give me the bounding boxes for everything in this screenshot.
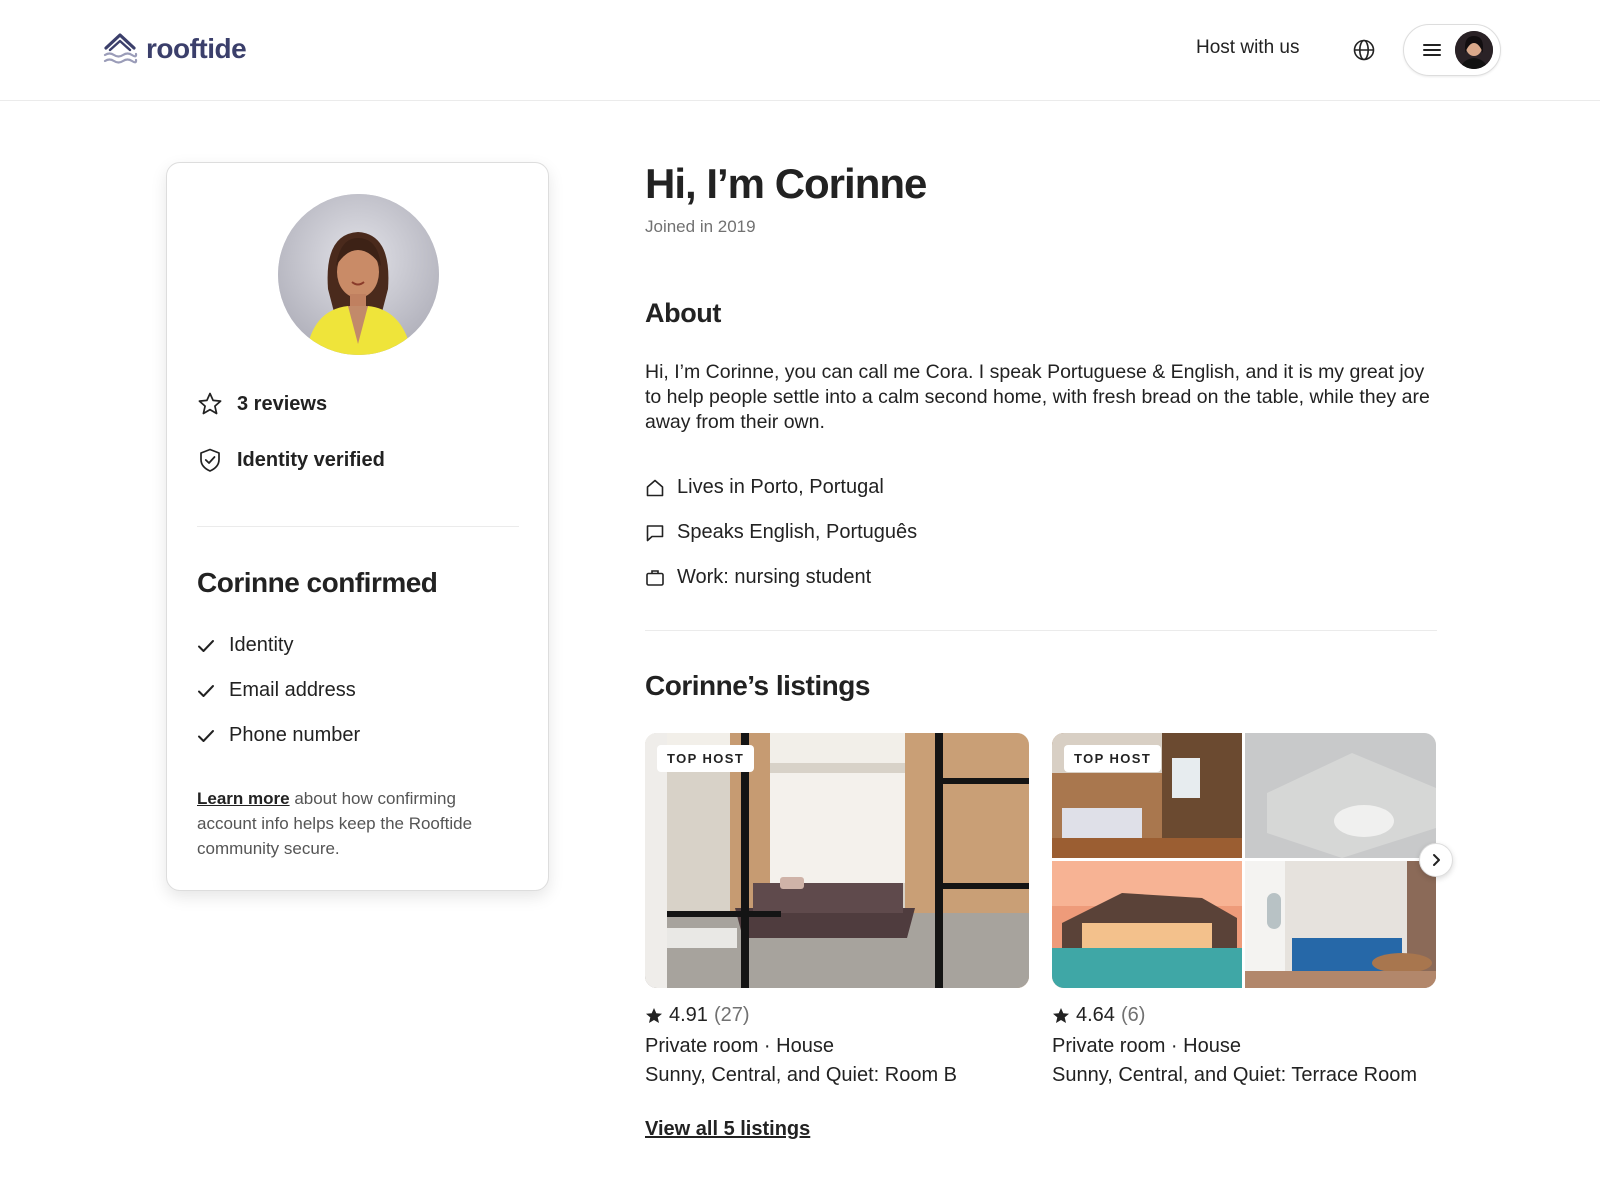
- listing-name[interactable]: Sunny, Central, and Quiet: Terrace Room: [1052, 1064, 1436, 1087]
- learn-more-text: Learn more about how confirming account …: [197, 786, 519, 861]
- listing-name[interactable]: Sunny, Central, and Quiet: Room B: [645, 1064, 1029, 1087]
- view-all-listings-link[interactable]: View all 5 listings: [645, 1118, 810, 1141]
- check-icon: [198, 729, 214, 742]
- review-count: (27): [713, 1004, 750, 1026]
- lives-in-label: Lives in Porto, Portugal: [677, 476, 884, 498]
- listing-rating: 4.64 (6): [1052, 1004, 1436, 1027]
- star-outline-icon: [198, 392, 222, 415]
- page-title: Hi, I’m Corinne: [645, 160, 927, 207]
- reviews-label: 3 reviews: [237, 392, 328, 415]
- listing-card[interactable]: TOP HOST 4.91 (27) Private room · House …: [645, 733, 1029, 1087]
- rooftide-logo-icon: [103, 33, 138, 64]
- review-count: (6): [1120, 1004, 1146, 1026]
- speaks-row: Speaks English, Português: [645, 521, 917, 544]
- identity-verified-label: Identity verified: [237, 448, 385, 471]
- user-avatar: [1455, 31, 1493, 69]
- lives-in-row: Lives in Porto, Portugal: [645, 476, 884, 499]
- speech-bubble-icon: [646, 524, 664, 541]
- logo-text: rooftide: [146, 33, 247, 64]
- profile-card: 3 reviews Identity verified Corinne conf…: [166, 162, 549, 891]
- listing-photo[interactable]: TOP HOST: [1052, 733, 1436, 988]
- confirmed-item-label: Phone number: [229, 724, 361, 746]
- home-icon: [646, 479, 664, 496]
- listing-rating: 4.91 (27): [645, 1004, 1029, 1027]
- top-host-badge: TOP HOST: [1064, 745, 1162, 772]
- card-divider: [197, 526, 519, 527]
- profile-photo: [278, 194, 439, 355]
- user-menu-button[interactable]: [1403, 24, 1501, 76]
- check-icon: [198, 684, 214, 697]
- star-icon: [646, 1007, 662, 1023]
- listing-photo[interactable]: TOP HOST: [645, 733, 1029, 988]
- chevron-right-icon: [1433, 854, 1440, 866]
- about-text: Hi, I’m Corinne, you can call me Cora. I…: [645, 361, 1430, 433]
- menu-icon: [1423, 44, 1441, 56]
- globe-icon[interactable]: [1352, 38, 1376, 62]
- reviews-stat[interactable]: 3 reviews: [197, 391, 327, 417]
- shield-check-icon: [200, 448, 220, 472]
- work-label: Work: nursing student: [677, 566, 872, 588]
- rating-value: 4.91: [669, 1004, 708, 1026]
- host-with-us-link[interactable]: Host with us: [1196, 37, 1299, 59]
- check-icon: [198, 639, 214, 652]
- about-heading: About: [645, 298, 721, 328]
- learn-more-link[interactable]: Learn more: [197, 789, 290, 808]
- joined-date: Joined in 2019: [645, 217, 756, 236]
- confirmed-title: Corinne confirmed: [197, 567, 438, 598]
- top-header: rooftide Host with us: [0, 0, 1600, 101]
- logo[interactable]: rooftide: [102, 31, 247, 67]
- listings-heading: Corinne’s listings: [645, 670, 870, 701]
- rating-value: 4.64: [1076, 1004, 1115, 1026]
- listing-type: Private room · House: [645, 1035, 834, 1057]
- section-divider: [645, 630, 1437, 631]
- confirmed-item: Identity: [197, 634, 293, 657]
- briefcase-icon: [646, 569, 664, 586]
- listing-card[interactable]: TOP HOST 4.64 (6) Private room · House S…: [1052, 733, 1436, 1087]
- carousel-next-button[interactable]: [1419, 843, 1453, 877]
- star-icon: [1053, 1007, 1069, 1023]
- top-host-badge: TOP HOST: [657, 745, 755, 772]
- identity-verified-stat: Identity verified: [197, 447, 385, 473]
- confirmed-item: Email address: [197, 679, 356, 702]
- speaks-label: Speaks English, Português: [677, 521, 918, 543]
- work-row: Work: nursing student: [645, 566, 871, 589]
- confirmed-item-label: Identity: [229, 634, 294, 656]
- listing-type: Private room · House: [1052, 1035, 1241, 1057]
- confirmed-item-label: Email address: [229, 679, 356, 701]
- confirmed-item: Phone number: [197, 724, 360, 747]
